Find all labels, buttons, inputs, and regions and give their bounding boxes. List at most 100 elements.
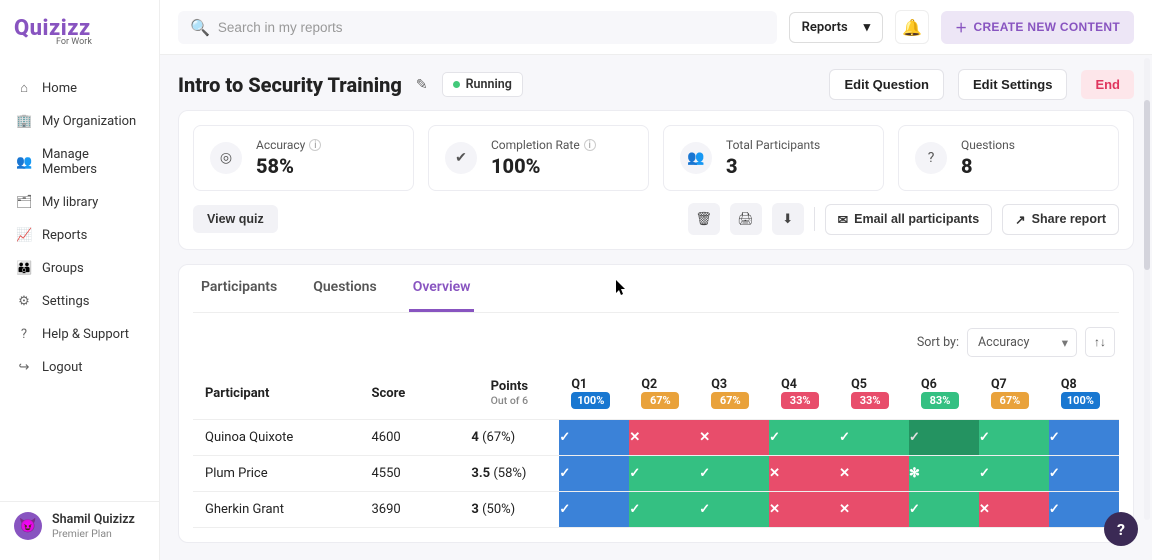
cell-points: 4 (67%) (459, 420, 559, 456)
search-icon: 🔍 (190, 18, 210, 37)
th-q1: Q1100% (559, 367, 629, 420)
th-score: Score (360, 367, 460, 420)
tab-participants[interactable]: Participants (197, 265, 281, 312)
edit-question-button[interactable]: Edit Question (829, 69, 944, 100)
sidebar-item-logout[interactable]: ↪ Logout (0, 351, 159, 384)
search-wrap[interactable]: 🔍 (178, 11, 777, 44)
page-title: Intro to Security Training (178, 73, 402, 97)
download-button[interactable]: ⬇ (772, 203, 804, 235)
divider (814, 207, 815, 231)
view-quiz-button[interactable]: View quiz (193, 205, 278, 233)
stat-questions: ? Questions 8 (898, 125, 1119, 191)
avatar: 😈 (14, 512, 42, 540)
sort-direction-button[interactable]: ↑↓ (1085, 327, 1115, 357)
cell-name: Quinoa Quixote (193, 420, 360, 456)
sidebar-item-library[interactable]: 🗂 My library (0, 186, 159, 219)
stat-accuracy: ◎ Accuracyi 58% (193, 125, 414, 191)
reports-icon: 📈 (16, 228, 32, 243)
home-icon: ⌂ (16, 80, 32, 96)
stat-participants-label: Total Participants (726, 138, 820, 152)
answer-cell: ✓ (699, 456, 769, 492)
share-label: Share report (1032, 212, 1106, 226)
print-button[interactable]: 🖨 (730, 203, 762, 235)
plus-icon: ＋ (955, 19, 967, 36)
question-mark-icon: ? (1117, 520, 1125, 539)
answer-cell: ✕ (839, 492, 909, 528)
create-content-button[interactable]: ＋ CREATE NEW CONTENT (941, 11, 1134, 44)
th-q4: Q433% (769, 367, 839, 420)
sidebar-item-settings[interactable]: ⚙Settings (0, 285, 159, 318)
info-icon[interactable]: i (584, 139, 596, 151)
brand: Quizizz For Work (0, 10, 159, 65)
library-icon: 🗂 (16, 195, 32, 210)
logout-icon: ↪ (16, 360, 32, 375)
stats-panel: ◎ Accuracyi 58% ✔ Completion Ratei 100% … (178, 110, 1134, 250)
cell-points: 3.5 (58%) (459, 456, 559, 492)
edit-title-icon[interactable]: ✎ (416, 77, 428, 93)
sidebar-item-org[interactable]: 🏢My Organization (0, 105, 159, 138)
table-row[interactable]: Plum Price 4550 3.5 (58%) ✓✓✓✕✕✻✓✓ (193, 456, 1119, 492)
status-dot-icon (453, 81, 460, 88)
sidebar-item-members[interactable]: 👥 Manage Members (0, 138, 159, 186)
bell-icon: 🔔 (902, 18, 922, 37)
answer-cell: ✕ (629, 420, 699, 456)
status-label: Running (466, 77, 512, 92)
trash-icon: 🗑 (695, 211, 712, 227)
help-fab[interactable]: ? (1104, 512, 1138, 546)
th-participant: Participant (193, 367, 360, 420)
tab-questions[interactable]: Questions (309, 265, 380, 312)
scrollbar-thumb[interactable] (1144, 100, 1150, 270)
cell-score: 4550 (360, 456, 460, 492)
answer-cell: ✓ (839, 420, 909, 456)
sidebar-item-reports[interactable]: 📈Reports (0, 219, 159, 252)
target-icon: ◎ (210, 142, 242, 174)
end-button[interactable]: End (1081, 70, 1134, 99)
main: 🔍 Reports ▾ 🔔 ＋ CREATE NEW CONTENT Intro… (160, 0, 1152, 560)
stat-questions-value: 8 (961, 154, 1015, 178)
sidebar-item-groups[interactable]: 👪Groups (0, 252, 159, 285)
check-circle-icon: ✔ (445, 142, 477, 174)
answer-cell: ✓ (769, 420, 839, 456)
section-dropdown[interactable]: Reports ▾ (789, 12, 884, 43)
edit-settings-button[interactable]: Edit Settings (958, 69, 1067, 100)
stat-questions-label: Questions (961, 138, 1015, 152)
answer-cell: ✻ (909, 456, 979, 492)
share-icon: ↗ (1015, 212, 1025, 227)
download-icon: ⬇ (782, 211, 793, 227)
sidebar-item-help[interactable]: ?Help & Support (0, 318, 159, 351)
sort-select[interactable]: Accuracy (967, 328, 1077, 357)
table-row[interactable]: Quinoa Quixote 4600 4 (67%) ✓✕✕✓✓✓✓✓ (193, 420, 1119, 456)
th-q8: Q8100% (1049, 367, 1119, 420)
overview-table: Participant Score PointsOut of 6 Q1100%Q… (193, 367, 1119, 528)
answer-cell: ✓ (909, 420, 979, 456)
sidebar-nav: ⌂Home🏢My Organization 👥 Manage Members 🗂 My … (0, 65, 159, 501)
help-icon: ? (16, 327, 32, 342)
sidebar-item-label: Manage Members (42, 147, 143, 177)
user-plan: Premier Plan (52, 527, 135, 540)
notifications-button[interactable]: 🔔 (895, 10, 929, 44)
groups-icon: 👪 (16, 261, 32, 276)
table-row[interactable]: Gherkin Grant 3690 3 (50%) ✓✓✓✕✕✓✕✓ (193, 492, 1119, 528)
sidebar-item-home[interactable]: ⌂Home (0, 71, 159, 105)
th-q7: Q767% (979, 367, 1049, 420)
share-report-button[interactable]: ↗ Share report (1002, 204, 1119, 235)
tab-overview[interactable]: Overview (409, 265, 475, 312)
swap-icon: ↑↓ (1094, 335, 1106, 349)
answer-cell: ✓ (559, 420, 629, 456)
sort-label: Sort by: (917, 335, 959, 350)
user-card[interactable]: 😈 Shamil Quizizz Premier Plan (0, 501, 159, 550)
info-icon[interactable]: i (309, 139, 321, 151)
members-icon: 👥 (16, 155, 32, 170)
stat-completion-value: 100% (491, 154, 596, 178)
sidebar-item-label: Logout (42, 360, 83, 375)
answer-cell: ✓ (699, 492, 769, 528)
delete-button[interactable]: 🗑 (688, 203, 720, 235)
email-all-label: Email all participants (854, 212, 979, 226)
sidebar-item-label: My library (42, 195, 98, 210)
th-q6: Q683% (909, 367, 979, 420)
org-icon: 🏢 (16, 114, 32, 129)
answer-cell: ✓ (1049, 420, 1119, 456)
answer-cell: ✓ (559, 492, 629, 528)
email-all-button[interactable]: ✉ Email all participants (825, 204, 993, 235)
search-input[interactable] (218, 20, 765, 35)
